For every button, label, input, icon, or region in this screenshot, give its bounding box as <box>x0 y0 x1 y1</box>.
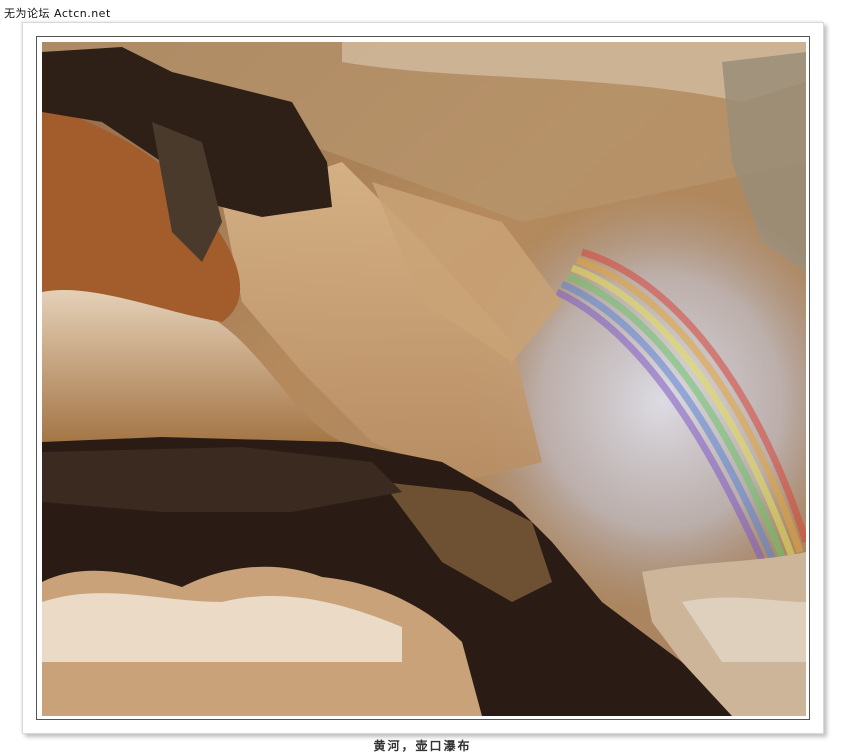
photo-caption: 黄河，壶口瀑布 <box>373 739 472 753</box>
waterfall-illustration <box>42 42 806 716</box>
site-watermark: 无为论坛 Actcn.net <box>4 7 111 20</box>
waterfall-photo <box>42 42 806 716</box>
